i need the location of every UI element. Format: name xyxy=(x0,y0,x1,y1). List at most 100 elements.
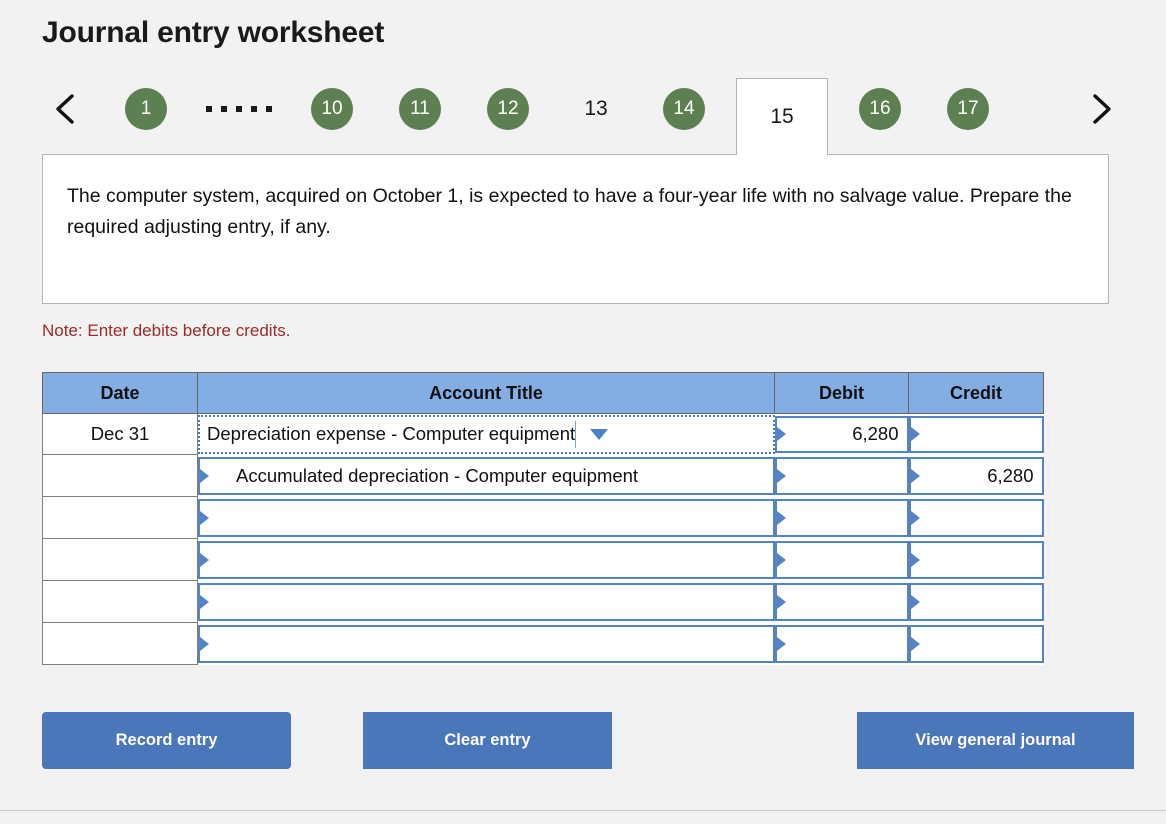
account-title-input[interactable] xyxy=(198,540,775,579)
account-title-input[interactable] xyxy=(198,498,775,537)
debit-cell[interactable] xyxy=(774,622,909,665)
account-title-input[interactable] xyxy=(198,582,775,621)
table-row xyxy=(42,622,1044,665)
worksheet-tab-strip: 1 10 11 12 13 14 15 16 17 xyxy=(42,78,1124,155)
credit-input[interactable] xyxy=(908,540,1044,579)
clear-entry-button[interactable]: Clear entry xyxy=(363,712,612,769)
date-cell[interactable]: Dec 31 xyxy=(42,413,198,455)
tab-13[interactable]: 13 xyxy=(575,88,617,130)
question-panel: The computer system, acquired on October… xyxy=(42,154,1109,304)
ellipsis-dot xyxy=(266,106,272,112)
action-button-row: Record entry Clear entry View general jo… xyxy=(42,712,1134,769)
debit-input[interactable] xyxy=(774,582,909,621)
tab-1[interactable]: 1 xyxy=(125,88,167,130)
journal-header-row: Date Account Title Debit Credit xyxy=(42,372,1044,414)
credit-input[interactable]: 6,280 xyxy=(908,456,1044,495)
account-title-combobox[interactable]: Depreciation expense - Computer equipmen… xyxy=(198,414,775,454)
page-title: Journal entry worksheet xyxy=(42,16,385,49)
record-entry-button[interactable]: Record entry xyxy=(42,712,291,769)
cell-marker-icon xyxy=(776,468,786,483)
table-row: Accumulated depreciation - Computer equi… xyxy=(42,454,1044,497)
table-row xyxy=(42,496,1044,539)
credit-cell[interactable] xyxy=(908,580,1044,623)
cell-marker-icon xyxy=(776,510,786,525)
ellipsis-dot xyxy=(221,106,227,112)
credit-cell[interactable] xyxy=(908,538,1044,581)
account-title-cell[interactable] xyxy=(197,580,775,623)
credit-cell[interactable] xyxy=(908,622,1044,665)
ellipsis-dot xyxy=(236,106,242,112)
debits-before-credits-note: Note: Enter debits before credits. xyxy=(42,321,291,340)
account-title-dropdown-button[interactable] xyxy=(576,417,622,452)
table-row xyxy=(42,580,1044,623)
cell-marker-icon xyxy=(776,552,786,567)
date-cell[interactable] xyxy=(42,496,198,539)
account-title-cell[interactable] xyxy=(197,538,775,581)
date-cell[interactable] xyxy=(42,538,198,581)
tab-10[interactable]: 10 xyxy=(311,88,353,130)
tab-16[interactable]: 16 xyxy=(859,88,901,130)
debit-input[interactable] xyxy=(774,498,909,537)
debit-input[interactable]: 6,280 xyxy=(774,415,909,453)
debit-cell[interactable] xyxy=(774,538,909,581)
cell-marker-icon xyxy=(200,552,209,567)
account-title-value: Depreciation expense - Computer equipmen… xyxy=(207,423,576,445)
cell-marker-icon xyxy=(776,594,786,609)
ellipsis-dot xyxy=(251,106,257,112)
cell-marker-icon xyxy=(200,510,209,525)
credit-cell[interactable] xyxy=(908,496,1044,539)
prev-page-button[interactable] xyxy=(42,78,88,140)
debit-cell[interactable]: 6,280 xyxy=(774,413,909,455)
chevron-down-icon xyxy=(590,428,609,440)
view-general-journal-button[interactable]: View general journal xyxy=(857,712,1134,769)
tab-14[interactable]: 14 xyxy=(663,88,705,130)
chevron-right-icon xyxy=(1088,92,1114,126)
table-row xyxy=(42,538,1044,581)
credit-cell[interactable] xyxy=(908,413,1044,455)
debit-cell[interactable] xyxy=(774,580,909,623)
credit-input[interactable] xyxy=(908,624,1044,663)
account-title-cell[interactable] xyxy=(197,622,775,665)
date-cell[interactable] xyxy=(42,580,198,623)
cell-marker-icon xyxy=(910,552,920,567)
cell-marker-icon xyxy=(776,636,786,651)
column-header-date: Date xyxy=(42,372,198,414)
credit-input[interactable] xyxy=(908,415,1044,453)
tab-15-active[interactable]: 15 xyxy=(736,78,828,155)
credit-value: 6,280 xyxy=(987,464,1034,486)
journal-entry-table: Date Account Title Debit Credit Dec 31 D… xyxy=(42,372,1044,665)
cell-marker-icon xyxy=(910,427,920,442)
column-header-credit: Credit xyxy=(908,372,1044,414)
chevron-left-icon xyxy=(52,92,78,126)
credit-cell[interactable]: 6,280 xyxy=(908,454,1044,497)
tab-12[interactable]: 12 xyxy=(487,88,529,130)
account-title-cell[interactable]: Accumulated depreciation - Computer equi… xyxy=(197,454,775,497)
ellipsis-dot xyxy=(206,106,212,112)
column-header-account: Account Title xyxy=(197,372,775,414)
date-cell[interactable] xyxy=(42,622,198,665)
tab-11[interactable]: 11 xyxy=(399,88,441,130)
tab-17[interactable]: 17 xyxy=(947,88,989,130)
next-page-button[interactable] xyxy=(1078,78,1124,140)
account-title-input[interactable] xyxy=(198,624,775,663)
credit-input[interactable] xyxy=(908,582,1044,621)
debit-cell[interactable] xyxy=(774,496,909,539)
debit-input[interactable] xyxy=(774,456,909,495)
cell-marker-icon xyxy=(910,636,920,651)
debit-cell[interactable] xyxy=(774,454,909,497)
credit-input[interactable] xyxy=(908,498,1044,537)
cell-marker-icon xyxy=(200,594,209,609)
account-title-cell[interactable] xyxy=(197,496,775,539)
cell-marker-icon xyxy=(910,594,920,609)
account-title-input[interactable]: Accumulated depreciation - Computer equi… xyxy=(198,456,775,495)
question-text: The computer system, acquired on October… xyxy=(67,185,1072,238)
column-header-debit: Debit xyxy=(774,372,909,414)
account-title-cell-selected[interactable]: Depreciation expense - Computer equipmen… xyxy=(197,413,775,455)
date-cell[interactable] xyxy=(42,454,198,497)
cell-marker-icon xyxy=(200,636,209,651)
account-title-value: Accumulated depreciation - Computer equi… xyxy=(236,464,639,486)
debit-input[interactable] xyxy=(774,540,909,579)
debit-input[interactable] xyxy=(774,624,909,663)
debit-value: 6,280 xyxy=(852,423,899,445)
table-row: Dec 31 Depreciation expense - Computer e… xyxy=(42,413,1044,455)
